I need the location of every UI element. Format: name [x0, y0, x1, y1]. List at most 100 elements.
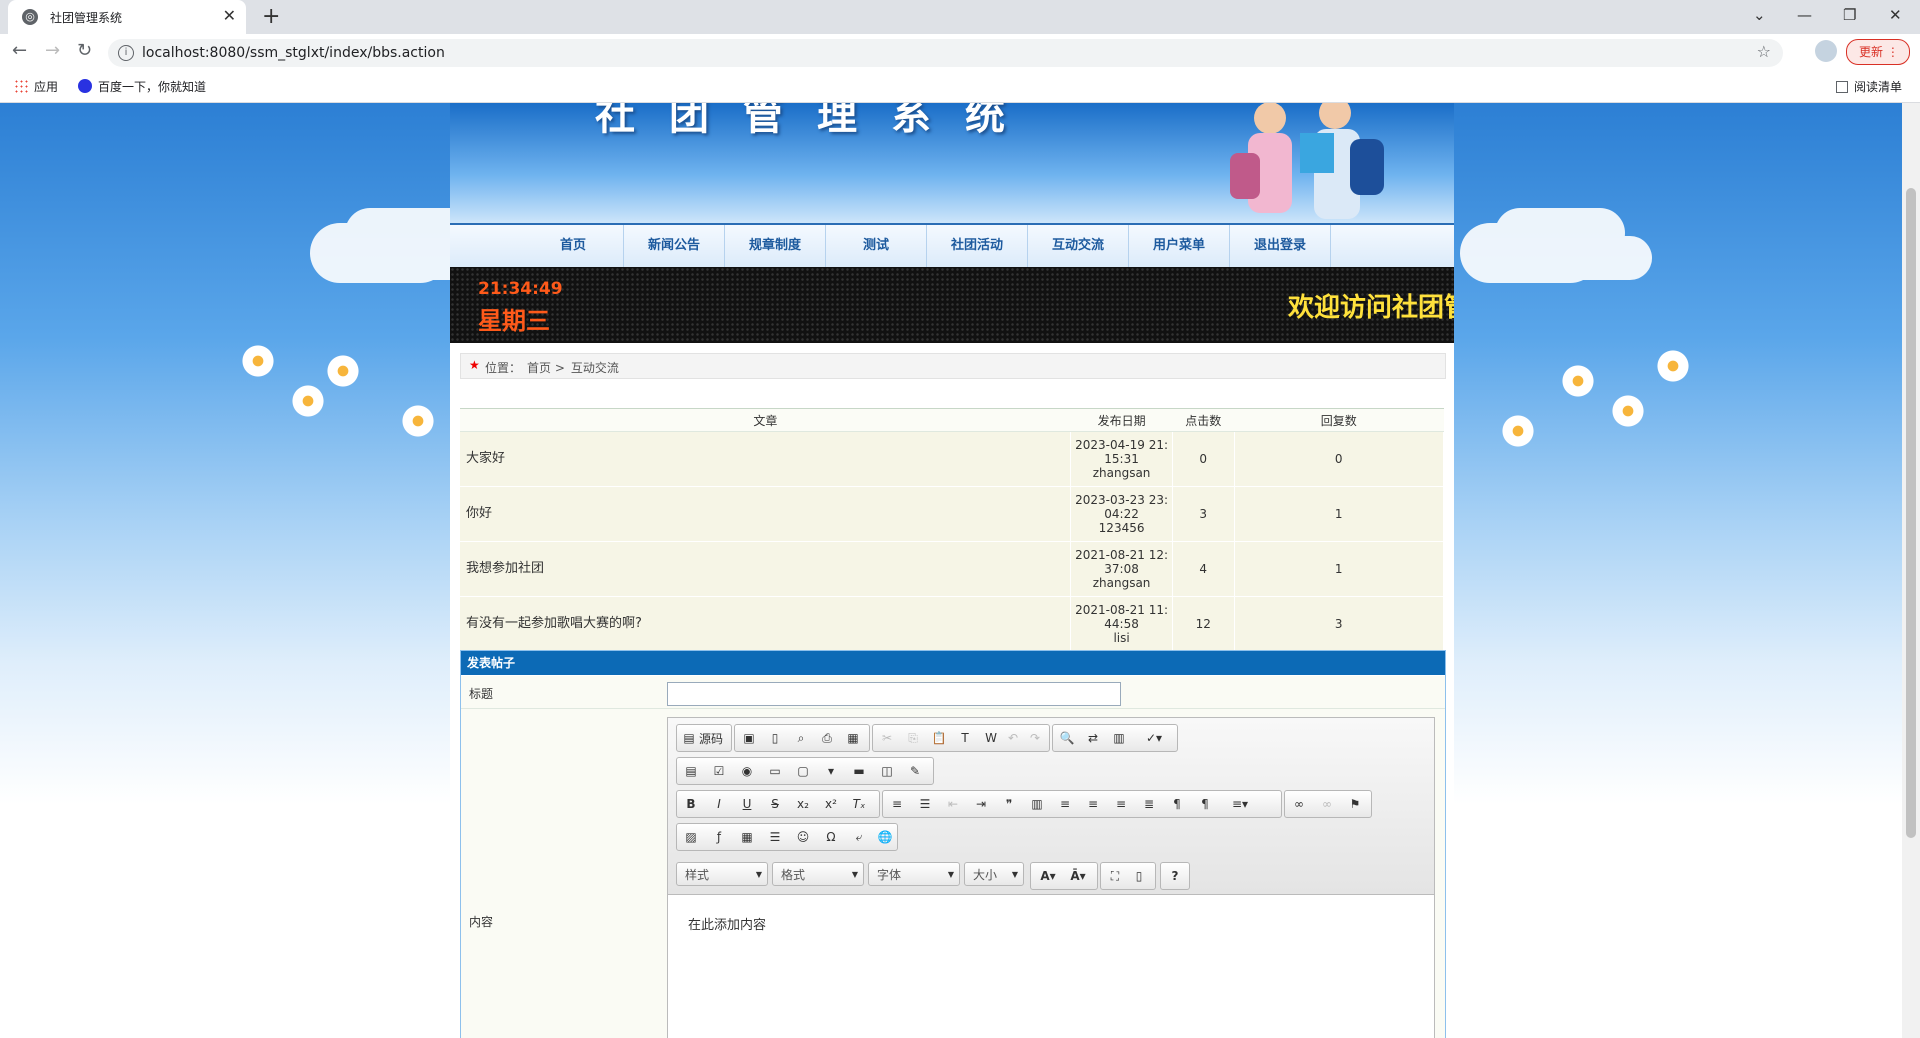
text-color-icon[interactable]: A▾ — [1035, 866, 1061, 886]
superscript-icon[interactable]: x² — [821, 794, 841, 814]
breadcrumb-home[interactable]: 首页 > — [527, 361, 565, 375]
address-bar[interactable]: i localhost:8080/ssm_stglxt/index/bbs.ac… — [108, 39, 1783, 67]
paste-icon[interactable]: 📋 — [929, 728, 949, 748]
cut-icon[interactable]: ✂ — [877, 728, 897, 748]
reading-list[interactable]: 阅读清单 — [1836, 78, 1902, 95]
post-title-link[interactable]: 你好 — [460, 486, 1072, 542]
iframe-icon[interactable]: 🌐 — [875, 827, 895, 847]
source-button[interactable]: ▤ 源码 — [676, 724, 732, 752]
url-text[interactable]: localhost:8080/ssm_stglxt/index/bbs.acti… — [142, 45, 445, 61]
subscript-icon[interactable]: x₂ — [793, 794, 813, 814]
redo-icon[interactable]: ↷ — [1025, 728, 1045, 748]
page-break-icon[interactable]: ⤶ — [849, 827, 869, 847]
blockquote-icon[interactable]: ❞ — [999, 794, 1019, 814]
form-icon[interactable]: ▤ — [681, 761, 701, 781]
title-input[interactable] — [667, 682, 1121, 706]
underline-icon[interactable]: U — [737, 794, 757, 814]
select-icon[interactable]: ▾ — [821, 761, 841, 781]
restore-icon[interactable]: ❐ — [1843, 6, 1856, 24]
language-icon[interactable]: ≡▾ — [1223, 794, 1257, 814]
tab-search-icon[interactable]: ⌄ — [1753, 6, 1766, 24]
replace-icon[interactable]: ⇄ — [1083, 728, 1103, 748]
ltr-icon[interactable]: ¶ — [1167, 794, 1187, 814]
outdent-icon[interactable]: ⇤ — [943, 794, 963, 814]
button-icon[interactable]: ▬ — [849, 761, 869, 781]
image-button-icon[interactable]: ◫ — [877, 761, 897, 781]
nav-rules[interactable]: 规章制度 — [725, 225, 826, 267]
close-window-icon[interactable]: ✕ — [1889, 6, 1902, 24]
unlink-icon[interactable]: ∞ — [1317, 794, 1337, 814]
special-char-icon[interactable]: Ω — [821, 827, 841, 847]
bg-color-icon[interactable]: Ā▾ — [1065, 866, 1091, 886]
link-icon[interactable]: ∞ — [1289, 794, 1309, 814]
flash-icon[interactable]: ƒ — [709, 827, 729, 847]
editor-content[interactable]: 在此添加内容 — [688, 914, 766, 933]
image-icon[interactable]: ▨ — [681, 827, 701, 847]
checkbox-icon[interactable]: ☑ — [709, 761, 729, 781]
nav-test[interactable]: 测试 — [826, 225, 927, 267]
scrollbar-thumb[interactable] — [1906, 188, 1916, 838]
paste-word-icon[interactable]: W — [981, 728, 1001, 748]
nav-user-menu[interactable]: 用户菜单 — [1129, 225, 1230, 267]
post-title-link[interactable]: 大家好 — [460, 431, 1072, 487]
save-icon[interactable]: ▣ — [739, 728, 759, 748]
format-select[interactable]: 格式 ▼ — [772, 862, 864, 886]
bulleted-list-icon[interactable]: ☰ — [915, 794, 935, 814]
bookmark-baidu[interactable]: 百度一下，你就知道 — [78, 78, 206, 95]
minimize-icon[interactable]: — — [1797, 6, 1812, 24]
bookmark-apps[interactable]: 应用 — [14, 78, 58, 95]
spellcheck-icon[interactable]: ✓▾ — [1137, 728, 1171, 748]
radio-icon[interactable]: ◉ — [737, 761, 757, 781]
new-page-icon[interactable]: ▯ — [765, 728, 785, 748]
hidden-field-icon[interactable]: ✎ — [905, 761, 925, 781]
update-button[interactable]: 更新 ⋮ — [1846, 39, 1910, 65]
div-icon[interactable]: ▥ — [1027, 794, 1047, 814]
maximize-icon[interactable]: ⛶ — [1105, 866, 1125, 886]
align-center-icon[interactable]: ≡ — [1083, 794, 1103, 814]
undo-icon[interactable]: ↶ — [1003, 728, 1023, 748]
italic-icon[interactable]: I — [709, 794, 729, 814]
paste-text-icon[interactable]: T — [955, 728, 975, 748]
remove-format-icon[interactable]: Tₓ — [849, 794, 869, 814]
smiley-icon[interactable]: ☺ — [793, 827, 813, 847]
numbered-list-icon[interactable]: ≡ — [887, 794, 907, 814]
templates-icon[interactable]: ▦ — [843, 728, 863, 748]
preview-icon[interactable]: ⌕ — [791, 728, 811, 748]
textarea-icon[interactable]: ▢ — [793, 761, 813, 781]
bookmark-star-icon[interactable]: ☆ — [1757, 42, 1771, 61]
browser-tab[interactable]: ◎ 社团管理系统 ✕ — [8, 0, 246, 34]
size-select[interactable]: 大小 ▼ — [964, 862, 1024, 886]
horizontal-rule-icon[interactable]: ☰ — [765, 827, 785, 847]
nav-interaction[interactable]: 互动交流 — [1028, 225, 1129, 267]
select-all-icon[interactable]: ▥ — [1109, 728, 1129, 748]
back-icon[interactable]: ← — [12, 40, 27, 61]
forward-icon[interactable]: → — [45, 40, 60, 61]
copy-icon[interactable]: ⎘ — [903, 728, 923, 748]
print-icon[interactable]: ⎙ — [817, 728, 837, 748]
font-select[interactable]: 字体 ▼ — [868, 862, 960, 886]
profile-avatar[interactable] — [1815, 40, 1837, 62]
strike-icon[interactable]: S — [765, 794, 785, 814]
info-icon[interactable]: i — [118, 45, 134, 61]
new-tab-icon[interactable]: + — [262, 4, 280, 29]
post-title-link[interactable]: 我想参加社团 — [460, 541, 1072, 597]
rtl-icon[interactable]: ¶ — [1195, 794, 1215, 814]
show-blocks-icon[interactable]: ▯ — [1129, 866, 1149, 886]
nav-logout[interactable]: 退出登录 — [1230, 225, 1331, 267]
help-icon[interactable]: ? — [1165, 866, 1185, 886]
justify-icon[interactable]: ≣ — [1139, 794, 1159, 814]
close-tab-icon[interactable]: ✕ — [223, 6, 236, 25]
nav-activities[interactable]: 社团活动 — [927, 225, 1028, 267]
find-icon[interactable]: 🔍 — [1057, 728, 1077, 748]
post-title-link[interactable]: 有没有一起参加歌唱大赛的啊? — [460, 596, 1072, 652]
reload-icon[interactable]: ↻ — [77, 40, 92, 61]
align-left-icon[interactable]: ≡ — [1055, 794, 1075, 814]
table-icon[interactable]: ▦ — [737, 827, 757, 847]
style-select[interactable]: 样式 ▼ — [676, 862, 768, 886]
bold-icon[interactable]: B — [681, 794, 701, 814]
nav-news[interactable]: 新闻公告 — [624, 225, 725, 267]
page-scrollbar[interactable] — [1902, 103, 1920, 1038]
nav-home[interactable]: 首页 — [523, 225, 624, 267]
align-right-icon[interactable]: ≡ — [1111, 794, 1131, 814]
textfield-icon[interactable]: ▭ — [765, 761, 785, 781]
